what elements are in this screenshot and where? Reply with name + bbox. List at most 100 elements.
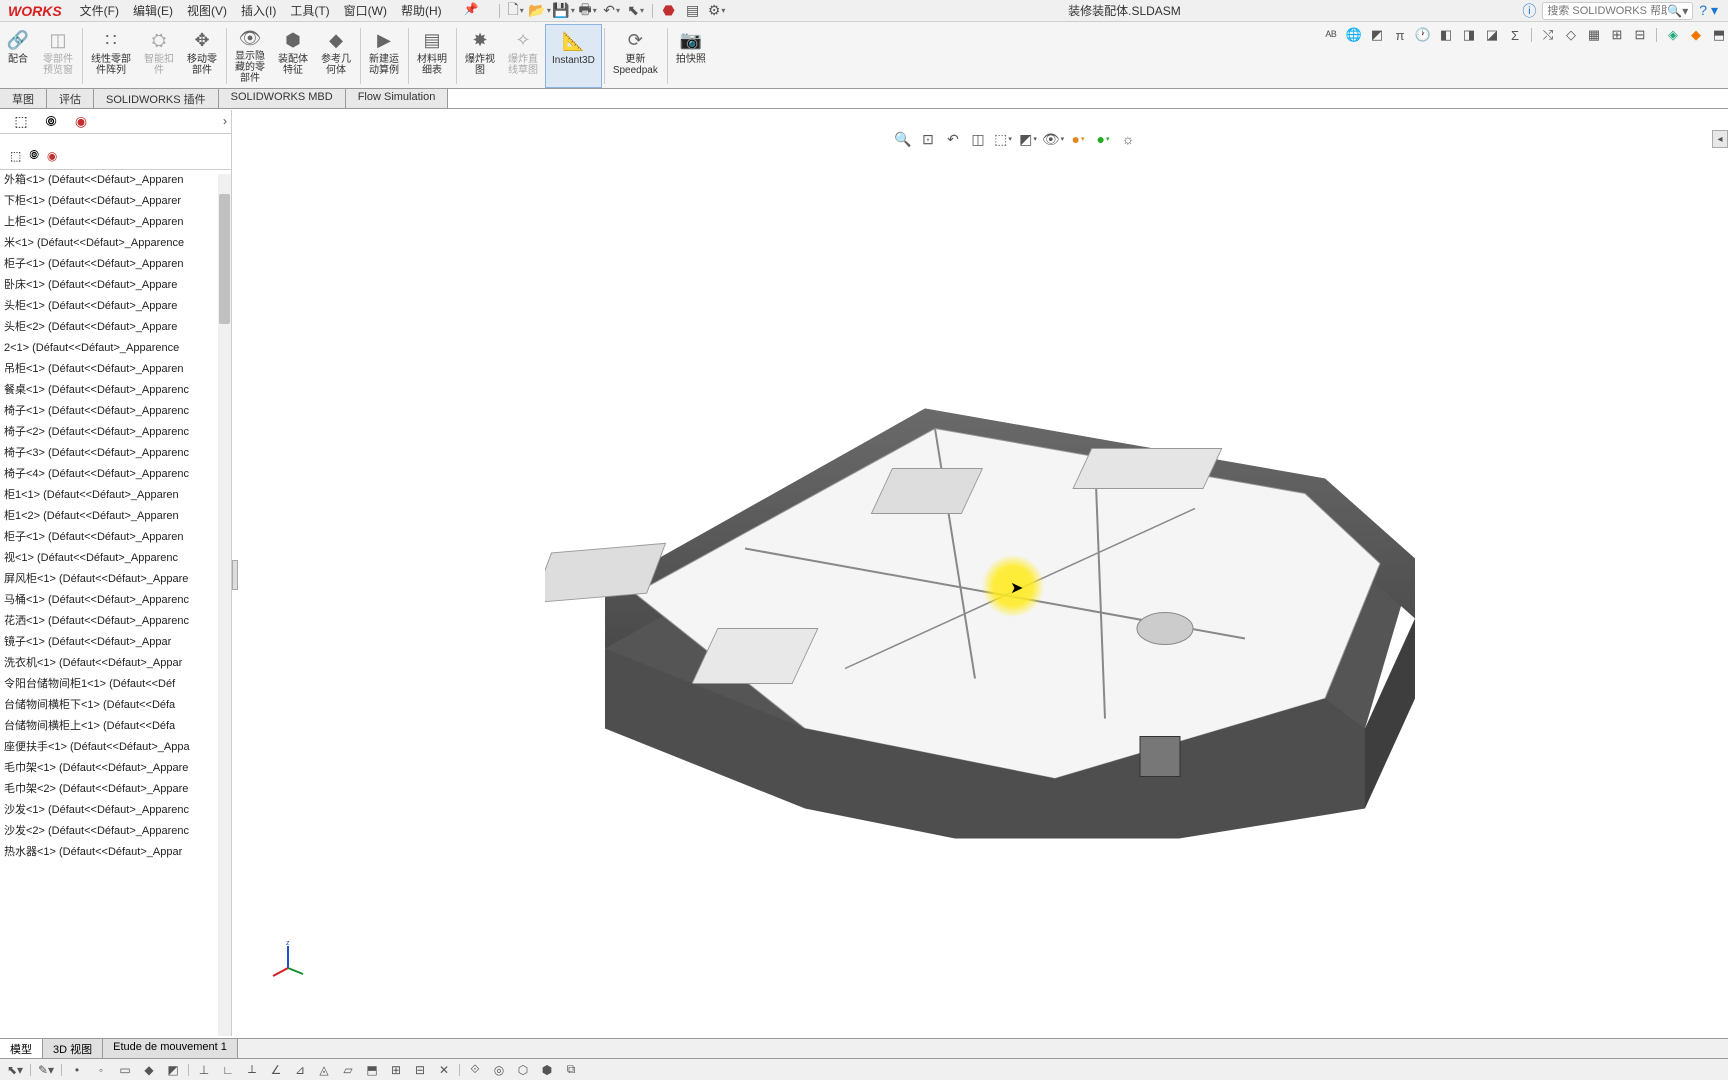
tree-tab-display-icon[interactable]: ◉: [70, 113, 92, 131]
tree-scrollbar[interactable]: [218, 174, 231, 1036]
tool9-icon[interactable]: ⬒: [1710, 26, 1728, 44]
tree-item[interactable]: 椅子<3> (Défaut<<Défaut>_Apparenc: [0, 443, 231, 464]
tree-item[interactable]: 椅子<1> (Défaut<<Défaut>_Apparenc: [0, 401, 231, 422]
ribbon-instant3d[interactable]: 📐 Instant3D: [545, 24, 602, 88]
hud-appearance-icon[interactable]: ●: [1067, 128, 1089, 150]
select-button[interactable]: ⬉: [626, 2, 646, 20]
hud-hide-show-icon[interactable]: 👁: [1042, 128, 1064, 150]
ribbon-smart-fastener[interactable]: ⛭ 智能扣 件: [138, 24, 181, 88]
hud-zoom-area-icon[interactable]: ⊡: [917, 128, 939, 150]
tree-item[interactable]: 毛巾架<2> (Défaut<<Défaut>_Appare: [0, 779, 231, 800]
ribbon-mate[interactable]: 🔗 配合: [0, 24, 37, 88]
tree-tab2-1-icon[interactable]: ⬚: [10, 149, 21, 163]
tree-item[interactable]: 沙发<1> (Défaut<<Défaut>_Apparenc: [0, 800, 231, 821]
globe-icon[interactable]: 🌐: [1345, 26, 1363, 44]
help-search-box[interactable]: 🔍▾: [1542, 2, 1693, 20]
cube-pair-icon[interactable]: ◩: [1368, 26, 1386, 44]
help-balloon-icon[interactable]: ⓘ: [1522, 1, 1536, 21]
sigma-icon[interactable]: Σ: [1506, 26, 1524, 44]
tree-item[interactable]: 毛巾架<1> (Défaut<<Défaut>_Appare: [0, 758, 231, 779]
sb-tool9-icon[interactable]: ◬: [315, 1062, 333, 1078]
menu-insert[interactable]: 插入(I): [241, 2, 276, 19]
hud-render-icon[interactable]: ☼: [1117, 128, 1139, 150]
tree-item[interactable]: 柜子<1> (Défaut<<Défaut>_Apparen: [0, 254, 231, 275]
menu-help[interactable]: 帮助(H): [401, 2, 442, 19]
menu-window[interactable]: 窗口(W): [344, 2, 387, 19]
tree-item[interactable]: 外箱<1> (Défaut<<Défaut>_Apparen: [0, 170, 231, 191]
sb-tool1-icon[interactable]: ✎▾: [37, 1062, 55, 1078]
tree-item[interactable]: 热水器<1> (Défaut<<Défaut>_Appar: [0, 842, 231, 863]
sb-tool15-icon[interactable]: ⟐: [466, 1062, 484, 1078]
search-icon[interactable]: 🔍▾: [1667, 4, 1688, 18]
panel-splitter[interactable]: [232, 560, 238, 590]
tree-item[interactable]: 座便扶手<1> (Défaut<<Défaut>_Appa: [0, 737, 231, 758]
help-icon[interactable]: ? ▾: [1699, 2, 1718, 19]
sb-tool18-icon[interactable]: ⬢: [538, 1062, 556, 1078]
tree-item[interactable]: 2<1> (Défaut<<Défaut>_Apparence: [0, 338, 231, 359]
ribbon-assembly-feature[interactable]: ⬢ 装配体 特征: [272, 24, 315, 88]
ribbon-move-component[interactable]: ✥ 移动零 部件: [181, 24, 224, 88]
tree-item[interactable]: 台储物间横柜上<1> (Défaut<<Défa: [0, 716, 231, 737]
tree-tab-fm-icon[interactable]: ⬚: [10, 113, 32, 131]
tool5-icon[interactable]: ⊞: [1608, 26, 1626, 44]
tree-tab2-3-icon[interactable]: ◉: [47, 149, 57, 163]
menu-file[interactable]: 文件(F): [80, 2, 119, 19]
sb-tool12-icon[interactable]: ⊞: [387, 1062, 405, 1078]
tab-flow[interactable]: Flow Simulation: [346, 89, 449, 108]
tool7-icon[interactable]: ◈: [1664, 26, 1682, 44]
tree-item[interactable]: 洗衣机<1> (Défaut<<Défaut>_Appar: [0, 653, 231, 674]
ribbon-ref-geom[interactable]: ◆ 参考几 何体: [315, 24, 358, 88]
sb-tool16-icon[interactable]: ◎: [490, 1062, 508, 1078]
tree-tab-config-icon[interactable]: 🞋: [40, 113, 62, 131]
grid-icon[interactable]: ▦: [1585, 26, 1603, 44]
ribbon-linear-pattern[interactable]: ∷ 线性零部 件阵列: [85, 24, 138, 88]
tab-model[interactable]: 模型: [0, 1039, 43, 1058]
sb-tool2-icon[interactable]: ◦: [92, 1062, 110, 1078]
sb-select-icon[interactable]: ⬉▾: [6, 1062, 24, 1078]
sb-tool7-icon[interactable]: ∠: [267, 1062, 285, 1078]
tree-item[interactable]: 屏风柜<1> (Défaut<<Défaut>_Appare: [0, 569, 231, 590]
hud-scene-icon[interactable]: ●: [1092, 128, 1114, 150]
tree-item[interactable]: 椅子<2> (Défaut<<Défaut>_Apparenc: [0, 422, 231, 443]
rebuild-button[interactable]: ⬣: [659, 2, 679, 20]
sb-tool5-icon[interactable]: ∟: [219, 1062, 237, 1078]
sb-cube-icon[interactable]: ◩: [164, 1062, 182, 1078]
settings-button[interactable]: ⚙: [707, 2, 727, 20]
sb-rect-icon[interactable]: ▭: [116, 1062, 134, 1078]
tree-item[interactable]: 下柜<1> (Défaut<<Défaut>_Apparer: [0, 191, 231, 212]
pi-icon[interactable]: π: [1391, 26, 1409, 44]
ribbon-component-preview[interactable]: ◫ 零部件 预览窗: [37, 24, 80, 88]
tree-item[interactable]: 马桶<1> (Défaut<<Défaut>_Apparenc: [0, 590, 231, 611]
tab-evaluate[interactable]: 评估: [47, 89, 94, 108]
tool4-icon[interactable]: ◇: [1562, 26, 1580, 44]
open-button[interactable]: 📂: [530, 2, 550, 20]
sb-tool19-icon[interactable]: ⧉: [562, 1062, 580, 1078]
hud-zoom-fit-icon[interactable]: 🔍: [892, 128, 914, 150]
tool1-icon[interactable]: ◧: [1437, 26, 1455, 44]
tree-item[interactable]: 椅子<4> (Défaut<<Défaut>_Apparenc: [0, 464, 231, 485]
undo-button[interactable]: ↶: [602, 2, 622, 20]
print-button[interactable]: 🖶: [578, 2, 598, 20]
tree-item[interactable]: 花洒<1> (Défaut<<Défaut>_Apparenc: [0, 611, 231, 632]
ribbon-speedpak[interactable]: ⟳ 更新 Speedpak: [607, 24, 665, 88]
tab-sketch[interactable]: 草图: [0, 89, 47, 108]
options-list-button[interactable]: ▤: [683, 2, 703, 20]
sb-tool13-icon[interactable]: ⊟: [411, 1062, 429, 1078]
tool6-icon[interactable]: ⊟: [1631, 26, 1649, 44]
pin-icon[interactable]: 📌: [464, 2, 479, 19]
graphics-viewport[interactable]: 🔍 ⊡ ↶ ◫ ⬚ ◩ 👁 ● ● ☼: [232, 110, 1728, 1036]
tree-item[interactable]: 头柜<2> (Défaut<<Défaut>_Appare: [0, 317, 231, 338]
sb-tool8-icon[interactable]: ⊿: [291, 1062, 309, 1078]
tool2-icon[interactable]: ◨: [1460, 26, 1478, 44]
tree-item[interactable]: 柜子<1> (Défaut<<Défaut>_Apparen: [0, 527, 231, 548]
menu-edit[interactable]: 编辑(E): [133, 2, 173, 19]
tree-item[interactable]: 视<1> (Défaut<<Défaut>_Apparenc: [0, 548, 231, 569]
tab-addins[interactable]: SOLIDWORKS 插件: [94, 89, 219, 108]
save-button[interactable]: 💾: [554, 2, 574, 20]
ribbon-new-motion[interactable]: ▶ 新建运 动算例: [363, 24, 406, 88]
sb-tool4-icon[interactable]: ⊥: [195, 1062, 213, 1078]
tree-item[interactable]: 头柜<1> (Défaut<<Défaut>_Appare: [0, 296, 231, 317]
new-button[interactable]: 🗋: [506, 2, 526, 20]
sb-tool10-icon[interactable]: ▱: [339, 1062, 357, 1078]
tree-item[interactable]: 柜1<1> (Défaut<<Défaut>_Apparen: [0, 485, 231, 506]
